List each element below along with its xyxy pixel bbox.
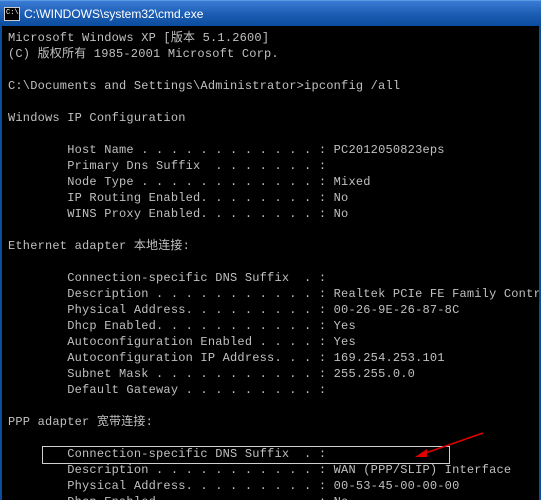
- copyright-line: (C) 版权所有 1985-2001 Microsoft Corp.: [8, 47, 279, 61]
- cmd-icon: [4, 7, 20, 21]
- host-name-label: Host Name . . . . . . . . . . . . :: [8, 143, 334, 157]
- eth-phys-label: Physical Address. . . . . . . . . :: [8, 303, 334, 317]
- eth-dhcp-label: Dhcp Enabled. . . . . . . . . . . :: [8, 319, 334, 333]
- ppp-desc-label: Description . . . . . . . . . . . :: [8, 463, 334, 477]
- command-text: ipconfig /all: [304, 79, 400, 93]
- ppp-dhcp-label: Dhcp Enabled. . . . . . . . . . . :: [8, 495, 334, 500]
- prompt-path: C:\Documents and Settings\Administrator>: [8, 79, 304, 93]
- ppp-dns-suffix-label: Connection-specific DNS Suffix . :: [8, 447, 326, 461]
- eth-autoconf-en-label: Autoconfiguration Enabled . . . . :: [8, 335, 334, 349]
- ppp-desc-value: WAN (PPP/SLIP) Interface: [334, 463, 512, 477]
- os-version-line: Microsoft Windows XP [版本 5.1.2600]: [8, 31, 269, 45]
- wins-proxy-value: No: [334, 207, 349, 221]
- primary-dns-label: Primary Dns Suffix . . . . . . . :: [8, 159, 326, 173]
- ppp-dhcp-value: No: [334, 495, 349, 500]
- host-name-value: PC2012050823eps: [334, 143, 445, 157]
- eth-subnet-label: Subnet Mask . . . . . . . . . . . :: [8, 367, 334, 381]
- ip-config-header: Windows IP Configuration: [8, 111, 186, 125]
- terminal-output: Microsoft Windows XP [版本 5.1.2600] (C) 版…: [0, 26, 541, 500]
- node-type-value: Mixed: [334, 175, 371, 189]
- window-titlebar[interactable]: C:\WINDOWS\system32\cmd.exe: [0, 0, 541, 26]
- eth-autoconf-ip-label: Autoconfiguration IP Address. . . :: [8, 351, 334, 365]
- node-type-label: Node Type . . . . . . . . . . . . :: [8, 175, 334, 189]
- ethernet-header: Ethernet adapter 本地连接:: [8, 239, 190, 253]
- ip-routing-label: IP Routing Enabled. . . . . . . . :: [8, 191, 334, 205]
- eth-phys-value: 00-26-9E-26-87-8C: [334, 303, 460, 317]
- eth-autoconf-en-value: Yes: [334, 335, 356, 349]
- eth-subnet-value: 255.255.0.0: [334, 367, 415, 381]
- eth-desc-value: Realtek PCIe FE Family Controller: [334, 287, 541, 301]
- ppp-phys-value: 00-53-45-00-00-00: [334, 479, 460, 493]
- ppp-phys-label: Physical Address. . . . . . . . . :: [8, 479, 334, 493]
- eth-dns-suffix-label: Connection-specific DNS Suffix . :: [8, 271, 326, 285]
- ppp-header: PPP adapter 宽带连接:: [8, 415, 153, 429]
- wins-proxy-label: WINS Proxy Enabled. . . . . . . . :: [8, 207, 334, 221]
- window-title: C:\WINDOWS\system32\cmd.exe: [24, 7, 203, 21]
- eth-gateway-label: Default Gateway . . . . . . . . . :: [8, 383, 326, 397]
- eth-desc-label: Description . . . . . . . . . . . :: [8, 287, 334, 301]
- eth-dhcp-value: Yes: [334, 319, 356, 333]
- eth-autoconf-ip-value: 169.254.253.101: [334, 351, 445, 365]
- ip-routing-value: No: [334, 191, 349, 205]
